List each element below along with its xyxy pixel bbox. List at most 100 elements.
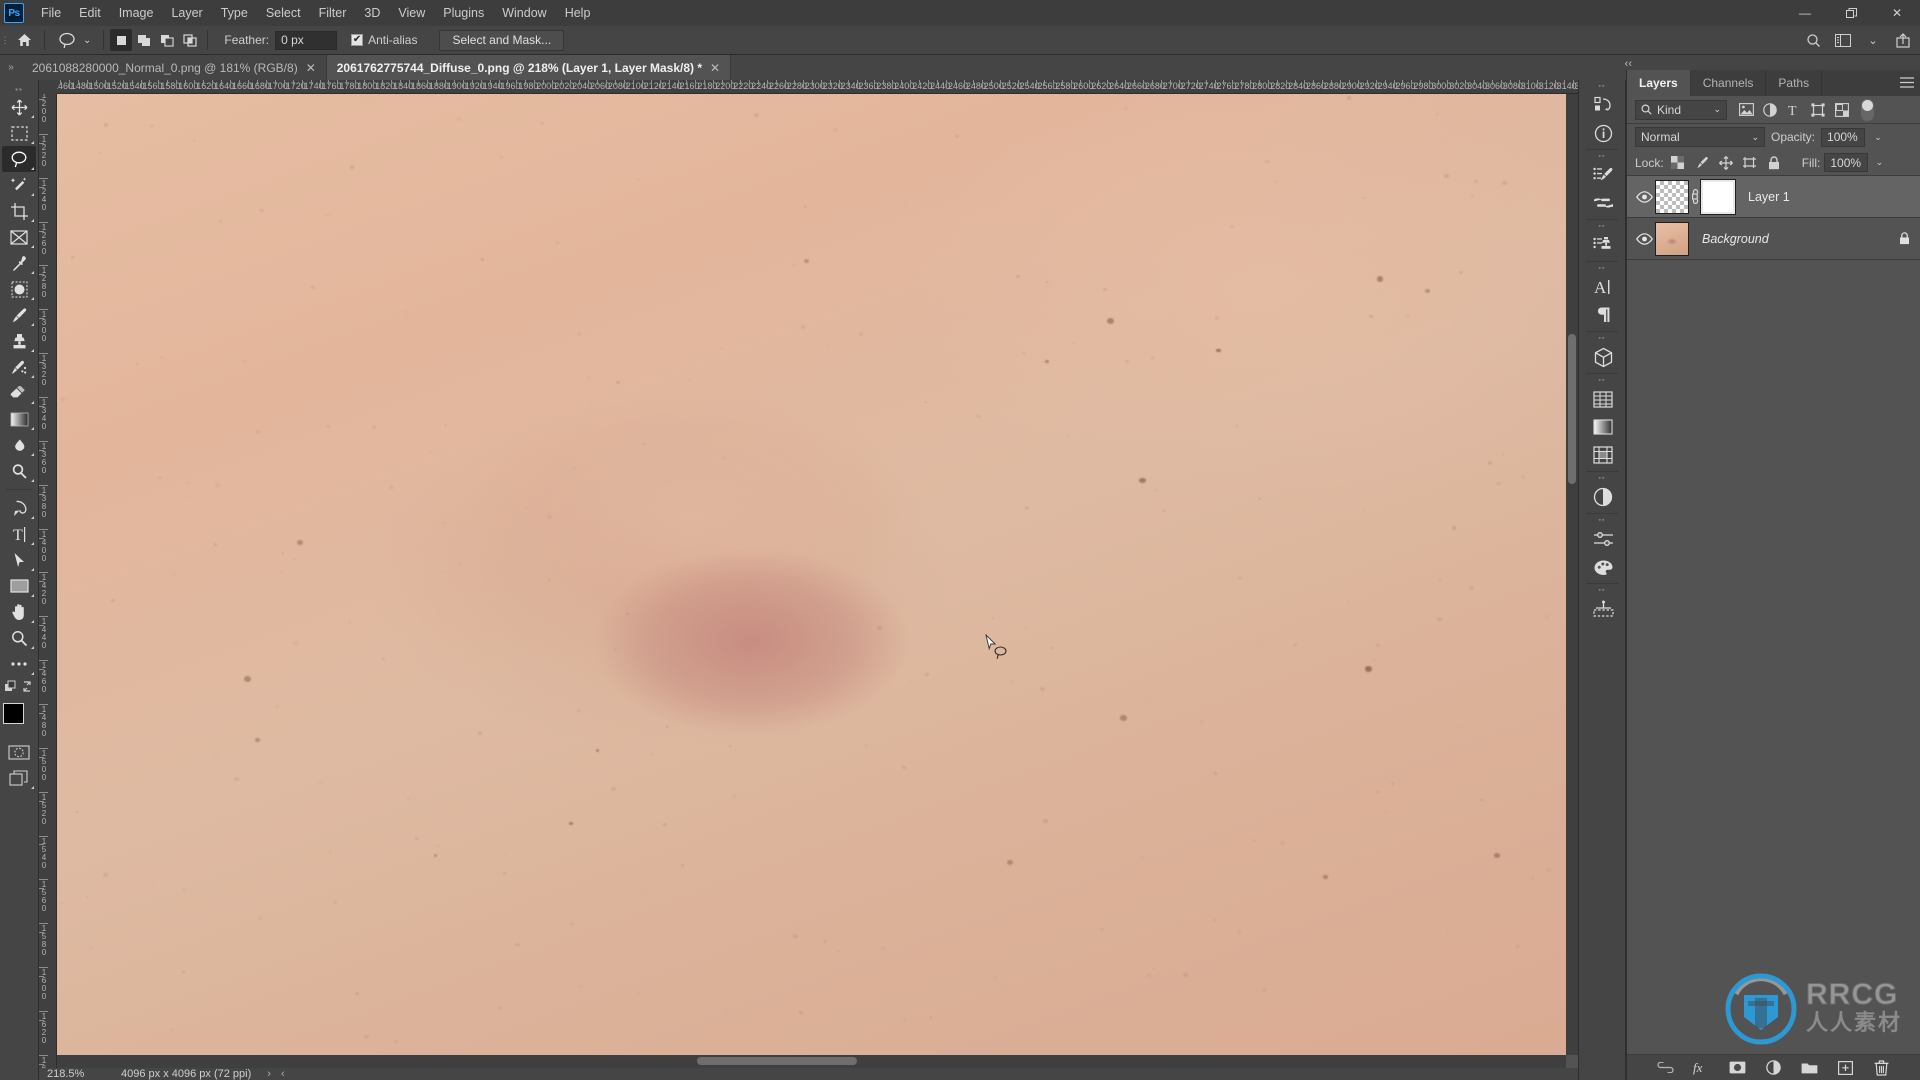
menu-item-edit[interactable]: Edit bbox=[70, 0, 110, 26]
lock-image-pixels-icon[interactable] bbox=[1692, 153, 1712, 173]
subtract-from-selection-button[interactable] bbox=[156, 29, 178, 51]
type-tool[interactable]: T bbox=[2, 521, 36, 547]
pen-tool[interactable] bbox=[2, 495, 36, 521]
menu-item-filter[interactable]: Filter bbox=[310, 0, 356, 26]
gradient-tool[interactable] bbox=[2, 406, 36, 432]
tab-bar-grip[interactable]: » bbox=[0, 55, 22, 80]
menu-item-window[interactable]: Window bbox=[493, 0, 555, 26]
smart-object-icon[interactable] bbox=[1831, 100, 1853, 120]
quick-mask-icon[interactable] bbox=[2, 739, 36, 765]
vertical-scrollbar[interactable] bbox=[1566, 94, 1578, 1055]
zoom-tool[interactable] bbox=[2, 625, 36, 651]
layer-mask-thumbnail[interactable] bbox=[1700, 178, 1736, 215]
opacity-stepper[interactable]: ⌄ bbox=[1871, 128, 1885, 147]
dodge-tool[interactable] bbox=[2, 458, 36, 484]
color-swatches[interactable] bbox=[3, 703, 37, 737]
gradients-icon[interactable] bbox=[1579, 413, 1627, 441]
add-layer-style-icon[interactable]: fx bbox=[1692, 1058, 1712, 1078]
options-bar-grip[interactable]: ⋮ bbox=[0, 26, 10, 55]
layer-thumbnail[interactable] bbox=[1655, 221, 1689, 256]
collapse-panels-button[interactable]: ‹‹ bbox=[1625, 58, 1632, 70]
add-layer-mask-icon[interactable] bbox=[1728, 1058, 1748, 1078]
brush-presets-icon[interactable] bbox=[1579, 189, 1627, 217]
layer-thumbnail[interactable] bbox=[1655, 179, 1689, 214]
new-layer-icon[interactable] bbox=[1836, 1058, 1856, 1078]
lasso-tool[interactable] bbox=[2, 146, 36, 172]
dock-grip[interactable]: ▪▪ bbox=[1579, 82, 1625, 91]
swatches-palette-icon[interactable] bbox=[1579, 553, 1627, 581]
menu-item-plugins[interactable]: Plugins bbox=[434, 0, 493, 26]
camera-raw-icon[interactable] bbox=[1579, 525, 1627, 553]
menu-item-file[interactable]: File bbox=[32, 0, 70, 26]
adjustments-icon[interactable] bbox=[1579, 483, 1627, 511]
layer-visibility-toggle[interactable] bbox=[1633, 190, 1655, 203]
brush-tool[interactable] bbox=[2, 302, 36, 328]
opacity-input[interactable]: 100% bbox=[1821, 127, 1866, 147]
eyedropper-tool[interactable] bbox=[2, 250, 36, 276]
frame-tool[interactable] bbox=[2, 224, 36, 250]
intersect-with-selection-button[interactable] bbox=[179, 29, 201, 51]
screen-mode-icon[interactable] bbox=[2, 765, 36, 791]
lock-all-icon[interactable] bbox=[1764, 153, 1784, 173]
edit-toolbar-ellipsis-icon[interactable] bbox=[2, 651, 36, 677]
tab-channels[interactable]: Channels bbox=[1691, 70, 1767, 96]
spot-healing-brush-tool[interactable] bbox=[2, 276, 36, 302]
history-brush-tool[interactable] bbox=[2, 354, 36, 380]
fill-stepper[interactable]: ⌄ bbox=[1872, 153, 1886, 172]
horizontal-scrollbar[interactable] bbox=[57, 1055, 1566, 1068]
dock-grip[interactable]: ▪▪ bbox=[1579, 586, 1625, 595]
menu-item-select[interactable]: Select bbox=[257, 0, 310, 26]
new-adjustment-layer-icon[interactable] bbox=[1764, 1058, 1784, 1078]
menu-item-type[interactable]: Type bbox=[212, 0, 257, 26]
workspace-icon[interactable] bbox=[1830, 29, 1856, 53]
clone-source-icon[interactable] bbox=[1579, 231, 1627, 259]
move-tool[interactable] bbox=[2, 94, 36, 120]
lock-transparent-pixels-icon[interactable] bbox=[1668, 153, 1688, 173]
adjustment-layers-icon[interactable] bbox=[1759, 100, 1781, 120]
document-tab-1[interactable]: 2061762775744_Diffuse_0.png @ 218% (Laye… bbox=[326, 55, 732, 80]
filter-enable-toggle[interactable] bbox=[1861, 98, 1874, 121]
status-prev-arrow[interactable]: ‹ bbox=[271, 1068, 285, 1080]
timeline-icon[interactable] bbox=[1579, 595, 1627, 623]
link-layers-icon[interactable] bbox=[1656, 1058, 1676, 1078]
dock-grip[interactable]: ▪▪ bbox=[1579, 474, 1625, 483]
fill-input[interactable]: 100% bbox=[1824, 153, 1869, 172]
properties-grid-icon[interactable] bbox=[1579, 385, 1627, 413]
character-icon[interactable]: A bbox=[1579, 273, 1627, 301]
dock-grip[interactable]: ▪▪ bbox=[1579, 152, 1625, 161]
document-tab-0[interactable]: 2061088280000_Normal_0.png @ 181% (RGB/8… bbox=[22, 55, 327, 80]
horizontal-scrollbar-thumb[interactable] bbox=[697, 1057, 857, 1065]
rectangular-marquee-tool[interactable] bbox=[2, 120, 36, 146]
dock-grip[interactable]: ▪▪ bbox=[1579, 376, 1625, 385]
hand-tool[interactable] bbox=[2, 599, 36, 625]
type-layers-icon[interactable]: T bbox=[1783, 100, 1805, 120]
close-icon[interactable]: ✕ bbox=[306, 62, 316, 74]
feather-input[interactable]: 0 px bbox=[275, 30, 338, 50]
crop-tool[interactable] bbox=[2, 198, 36, 224]
lock-artboard-icon[interactable] bbox=[1740, 153, 1760, 173]
eraser-tool[interactable] bbox=[2, 380, 36, 406]
history-icon[interactable] bbox=[1579, 91, 1627, 119]
share-icon[interactable] bbox=[1890, 29, 1916, 53]
horizontal-ruler[interactable]: 1460148015001520154015601580160016201640… bbox=[57, 80, 1578, 94]
menu-item-help[interactable]: Help bbox=[556, 0, 600, 26]
default-colors-icon[interactable] bbox=[2, 677, 36, 697]
tab-paths[interactable]: Paths bbox=[1766, 70, 1823, 96]
panel-menu-icon[interactable] bbox=[1900, 77, 1914, 88]
vertical-ruler[interactable]: 1200122012401260128013001320134013601380… bbox=[39, 94, 57, 1080]
dock-grip[interactable]: ▪▪ bbox=[1579, 264, 1625, 273]
foreground-color-swatch[interactable] bbox=[3, 703, 24, 724]
tools-panel-grip[interactable]: ▪▪ bbox=[0, 84, 38, 94]
new-group-icon[interactable] bbox=[1800, 1058, 1820, 1078]
info-icon[interactable] bbox=[1579, 119, 1627, 147]
layer-visibility-toggle[interactable] bbox=[1633, 232, 1655, 245]
3d-icon[interactable] bbox=[1579, 343, 1627, 371]
tool-preset-picker[interactable]: ⌄ bbox=[51, 30, 97, 50]
table-row[interactable]: Layer 1 bbox=[1627, 176, 1920, 218]
delete-layer-icon[interactable] bbox=[1872, 1058, 1892, 1078]
menu-item-image[interactable]: Image bbox=[110, 0, 163, 26]
clone-stamp-tool[interactable] bbox=[2, 328, 36, 354]
dock-grip[interactable]: ▪▪ bbox=[1579, 222, 1625, 231]
blur-tool[interactable] bbox=[2, 432, 36, 458]
minimize-button[interactable]: — bbox=[1782, 0, 1828, 26]
